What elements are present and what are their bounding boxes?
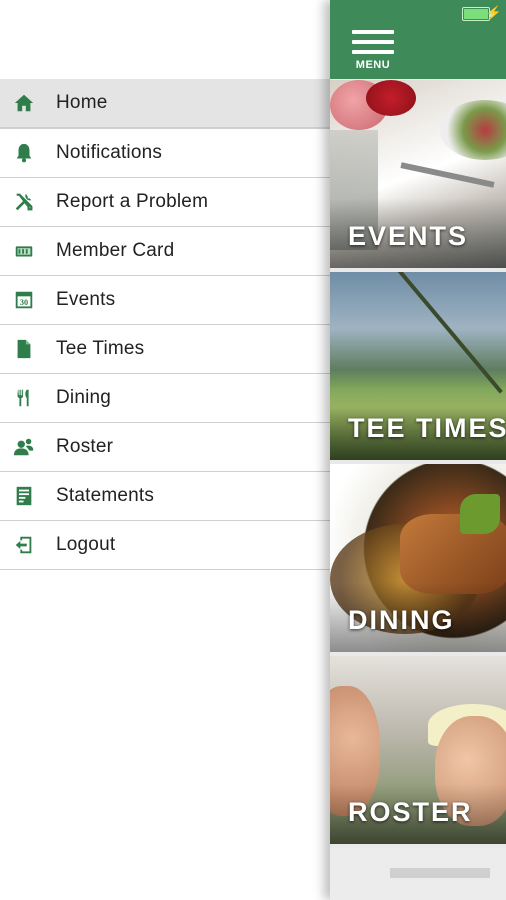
- menu-button[interactable]: MENU: [352, 30, 394, 74]
- hamburger-icon: [352, 30, 394, 34]
- menu-item-report-a-problem[interactable]: Report a Problem: [0, 178, 330, 227]
- menu-item-label: Report a Problem: [56, 191, 209, 212]
- menu-item-label: Statements: [56, 485, 155, 506]
- menu-button-label: MENU: [355, 59, 391, 71]
- main-content: ⚡ MENU EVENTS TEE TIMES DINING ROSTER: [330, 0, 506, 900]
- menu-item-tee-times[interactable]: Tee Times: [0, 325, 330, 374]
- home-icon: [12, 91, 36, 115]
- menu-item-home[interactable]: Home: [0, 79, 330, 129]
- charging-bolt-icon: ⚡: [485, 5, 502, 20]
- menu-item-roster[interactable]: Roster: [0, 423, 330, 472]
- tile-label: TEE TIMES: [348, 413, 506, 443]
- menu-item-notifications[interactable]: Notifications: [0, 129, 330, 178]
- menu-item-label: Home: [56, 92, 108, 113]
- tile-roster[interactable]: ROSTER: [330, 656, 506, 844]
- calendar-day-text: 30: [20, 298, 28, 307]
- tools-icon: [12, 190, 36, 214]
- people-icon: [12, 435, 36, 459]
- menu-item-label: Logout: [56, 534, 116, 555]
- fork-knife-icon: [12, 386, 36, 410]
- bell-icon: [12, 141, 36, 165]
- tile-tee-times[interactable]: TEE TIMES: [330, 272, 506, 460]
- menu-item-label: Dining: [56, 387, 112, 408]
- calendar-icon: 30: [12, 288, 36, 312]
- menu-item-label: Member Card: [56, 240, 175, 261]
- menu-item-label: Tee Times: [56, 338, 145, 359]
- drawer-menu: Home Notifications Report a Problem Memb…: [0, 79, 330, 570]
- menu-item-dining[interactable]: Dining: [0, 374, 330, 423]
- menu-item-label: Events: [56, 289, 116, 310]
- app-bar: ⚡ MENU: [330, 0, 506, 79]
- menu-item-logout[interactable]: Logout: [0, 521, 330, 570]
- card-icon: [12, 239, 36, 263]
- statement-icon: [12, 484, 36, 508]
- tile-dining[interactable]: DINING: [330, 464, 506, 652]
- document-icon: [12, 337, 36, 361]
- menu-item-label: Notifications: [56, 142, 163, 163]
- menu-item-events[interactable]: 30 Events: [0, 276, 330, 325]
- navigation-drawer: Home Notifications Report a Problem Memb…: [0, 0, 330, 900]
- menu-item-member-card[interactable]: Member Card: [0, 227, 330, 276]
- tile-label: DINING: [348, 605, 455, 635]
- tile-label: EVENTS: [348, 221, 469, 251]
- menu-item-statements[interactable]: Statements: [0, 472, 330, 521]
- menu-item-label: Roster: [56, 436, 114, 457]
- tile-partial[interactable]: [330, 848, 506, 900]
- logout-icon: [12, 533, 36, 557]
- tile-events[interactable]: EVENTS: [330, 80, 506, 268]
- drawer-header-space: [0, 0, 330, 79]
- tile-label: ROSTER: [348, 797, 473, 827]
